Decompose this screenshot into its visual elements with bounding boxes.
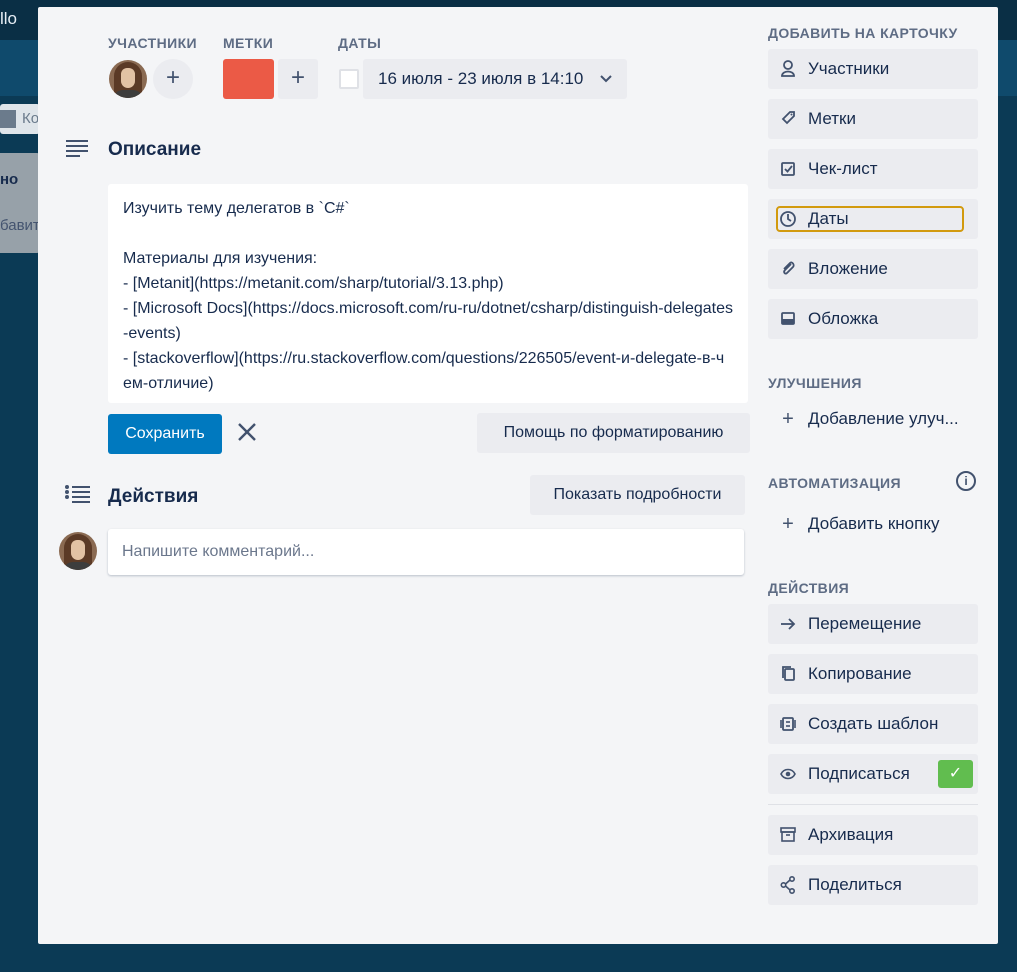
sidebar-move-label: Перемещение [808, 614, 922, 633]
background-list: но бавит [0, 153, 40, 253]
comment-input[interactable] [108, 529, 744, 575]
save-button[interactable]: Сохранить [108, 414, 222, 454]
paperclip-icon [778, 249, 798, 305]
list-add-card[interactable]: бавит [0, 217, 40, 234]
sidebar-attachment-button[interactable]: Вложение [768, 249, 978, 289]
board-name: Ко [22, 110, 40, 127]
chevron-down-icon [599, 59, 613, 114]
sidebar-move-button[interactable]: Перемещение [768, 604, 978, 644]
member-avatar[interactable] [109, 60, 147, 98]
checklist-icon [778, 149, 798, 205]
person-icon [778, 49, 798, 105]
sidebar-subscribe-button[interactable]: Подписаться ✓ [768, 754, 978, 794]
dates-value: 16 июля - 23 июля в 14:10 [378, 69, 584, 88]
sidebar-archive-button[interactable]: Архивация [768, 815, 978, 855]
actions-heading: ДЕЙСТВИЯ [768, 580, 850, 596]
show-details-button[interactable]: Показать подробности [530, 475, 745, 515]
sidebar-checklist-button[interactable]: Чек-лист [768, 149, 978, 189]
template-icon [778, 704, 798, 760]
sidebar-members-button[interactable]: Участники [768, 49, 978, 89]
formatting-help-button[interactable]: Помощь по форматированию [477, 413, 750, 453]
sidebar-copy-button[interactable]: Копирование [768, 654, 978, 694]
sidebar-dates-button[interactable]: Даты [768, 199, 978, 239]
plus-icon: + [782, 513, 794, 535]
arrow-right-icon [778, 604, 798, 660]
sidebar-copy-label: Копирование [808, 664, 912, 683]
plus-icon: + [782, 408, 794, 430]
sidebar-subscribe-label: Подписаться [808, 764, 910, 783]
list-title: но [0, 171, 19, 188]
sidebar-template-button[interactable]: Создать шаблон [768, 704, 978, 744]
dates-label: ДАТЫ [338, 35, 382, 51]
description-title: Описание [108, 139, 202, 160]
add-button-button[interactable]: + Добавить кнопку [768, 506, 978, 542]
sidebar-cover-label: Обложка [808, 309, 879, 328]
subscribed-check-icon: ✓ [938, 760, 973, 788]
card-detail-modal: УЧАСТНИКИ + МЕТКИ + ДАТЫ 16 июля - 23 ию… [38, 7, 998, 944]
sidebar-attachment-label: Вложение [808, 259, 888, 278]
add-powerup-button[interactable]: + Добавление улуч... [768, 401, 978, 437]
label-chip-red[interactable] [223, 59, 274, 99]
due-complete-checkbox[interactable] [339, 69, 359, 89]
add-member-button[interactable]: + [153, 59, 193, 99]
archive-icon [778, 815, 798, 871]
members-label: УЧАСТНИКИ [108, 35, 198, 51]
card-main: УЧАСТНИКИ + МЕТКИ + ДАТЫ 16 июля - 23 ию… [38, 7, 758, 944]
sidebar-labels-button[interactable]: Метки [768, 99, 978, 139]
labels-label: МЕТКИ [223, 35, 274, 51]
sidebar-labels-label: Метки [808, 109, 856, 128]
add-to-card-heading: ДОБАВИТЬ НА КАРТОЧКУ [768, 25, 958, 41]
sidebar-share-label: Поделиться [808, 875, 902, 894]
description-editor[interactable]: Изучить тему делегатов в `C#` Материалы … [108, 184, 748, 403]
add-powerup-label: Добавление улуч... [808, 409, 959, 428]
focus-ring [776, 206, 964, 232]
add-button-label: Добавить кнопку [808, 514, 940, 533]
eye-icon [778, 754, 798, 810]
sidebar-archive-label: Архивация [808, 825, 894, 844]
add-label-button[interactable]: + [278, 59, 318, 99]
board-icon [0, 110, 16, 128]
sidebar-members-label: Участники [808, 59, 890, 78]
card-sidebar: ДОБАВИТЬ НА КАРТОЧКУ Участники Метки Чек… [768, 7, 978, 944]
sidebar-checklist-label: Чек-лист [808, 159, 878, 178]
sidebar-divider [768, 804, 978, 805]
sidebar-template-label: Создать шаблон [808, 714, 939, 733]
powerups-heading: УЛУЧШЕНИЯ [768, 375, 862, 391]
info-icon[interactable]: i [956, 471, 976, 491]
clock-icon [778, 199, 798, 255]
sidebar-share-button[interactable]: Поделиться [768, 865, 978, 905]
copy-icon [778, 654, 798, 710]
share-icon [778, 865, 798, 921]
description-icon [66, 139, 90, 159]
cover-icon [778, 299, 798, 355]
activity-icon [65, 485, 90, 505]
close-icon[interactable] [233, 420, 261, 448]
tag-icon [778, 99, 798, 155]
sidebar-cover-button[interactable]: Обложка [768, 299, 978, 339]
activity-title: Действия [108, 486, 199, 507]
app-logo[interactable]: llo [0, 9, 17, 29]
automation-heading: АВТОМАТИЗАЦИЯ [768, 475, 901, 491]
current-user-avatar [59, 532, 97, 570]
board-name-button[interactable]: Ко [0, 104, 40, 134]
dates-button[interactable]: 16 июля - 23 июля в 14:10 [363, 59, 627, 99]
sidebar-dates-label: Даты [808, 209, 849, 228]
